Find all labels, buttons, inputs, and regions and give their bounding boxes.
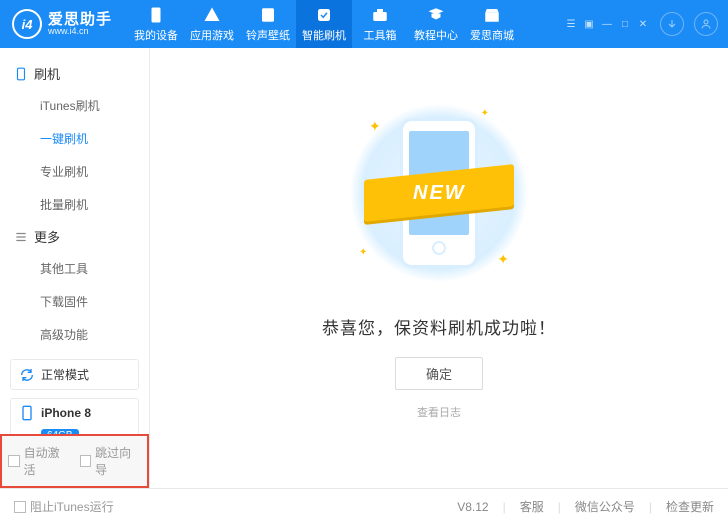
checkbox-icon <box>14 501 26 513</box>
settings-icon[interactable]: ☰ <box>564 17 578 31</box>
success-illustration: ✦ ✦ ✦ ✦ NEW <box>339 98 539 288</box>
sidebar-header-label: 刷机 <box>34 64 60 83</box>
version-label: V8.12 <box>457 500 488 514</box>
device-name: iPhone 8 <box>41 406 91 420</box>
flash-icon <box>315 6 333 24</box>
sidebar-item-itunes-flash[interactable]: iTunes刷机 <box>0 89 149 122</box>
nav-label: 铃声壁纸 <box>246 27 290 43</box>
device-icon <box>147 6 165 24</box>
checkbox-label: 自动激活 <box>24 444 70 478</box>
app-logo: i4 爱思助手 www.i4.cn <box>12 9 112 39</box>
view-log-link[interactable]: 查看日志 <box>417 404 461 420</box>
nav-ringtones[interactable]: 铃声壁纸 <box>240 0 296 48</box>
nav-label: 应用游戏 <box>190 27 234 43</box>
nav-label: 智能刷机 <box>302 27 346 43</box>
phone-icon <box>14 67 28 81</box>
account-button[interactable] <box>694 12 718 36</box>
skin-icon[interactable]: ▣ <box>582 17 596 31</box>
ribbon-text: NEW <box>413 182 466 205</box>
main-content: ✦ ✦ ✦ ✦ NEW 恭喜您，保资料刷机成功啦！ 确定 查看日志 <box>150 48 728 488</box>
nav-label: 爱思商城 <box>470 27 514 43</box>
titlebar: i4 爱思助手 www.i4.cn 我的设备 应用游戏 铃声壁纸 智能刷机 工具… <box>0 0 728 48</box>
ok-button[interactable]: 确定 <box>395 357 483 390</box>
tutorial-icon <box>427 6 445 24</box>
toolbox-icon <box>371 6 389 24</box>
apps-icon <box>203 6 221 24</box>
sidebar: 刷机 iTunes刷机 一键刷机 专业刷机 批量刷机 更多 其他工具 下载固件 … <box>0 48 150 488</box>
checkbox-block-itunes[interactable]: 阻止iTunes运行 <box>14 498 114 515</box>
sidebar-header-more: 更多 <box>0 221 149 252</box>
app-url: www.i4.cn <box>48 27 112 36</box>
sidebar-item-batch-flash[interactable]: 批量刷机 <box>0 188 149 221</box>
new-ribbon: NEW <box>364 172 514 214</box>
sidebar-item-advanced[interactable]: 高级功能 <box>0 318 149 351</box>
maximize-button[interactable]: □ <box>618 17 632 31</box>
check-update-link[interactable]: 检查更新 <box>666 498 714 515</box>
refresh-icon <box>19 367 35 383</box>
checkbox-label: 跳过向导 <box>95 444 141 478</box>
nav-store[interactable]: 爱思商城 <box>464 0 520 48</box>
checkbox-label: 阻止iTunes运行 <box>30 498 114 515</box>
titlebar-right: ☰ ▣ — □ ✕ <box>564 12 718 36</box>
download-button[interactable] <box>660 12 684 36</box>
mode-label: 正常模式 <box>41 366 89 383</box>
minimize-button[interactable]: — <box>600 17 614 31</box>
checkbox-skip-wizard[interactable]: 跳过向导 <box>80 444 142 478</box>
close-button[interactable]: ✕ <box>636 17 650 31</box>
wechat-link[interactable]: 微信公众号 <box>575 498 635 515</box>
nav-toolbox[interactable]: 工具箱 <box>352 0 408 48</box>
sidebar-header-label: 更多 <box>34 227 60 246</box>
checkbox-icon <box>8 455 20 467</box>
store-icon <box>483 6 501 24</box>
bottom-options: 自动激活 跳过向导 <box>0 434 149 488</box>
sidebar-item-other-tools[interactable]: 其他工具 <box>0 252 149 285</box>
sidebar-item-pro-flash[interactable]: 专业刷机 <box>0 155 149 188</box>
nav-flash[interactable]: 智能刷机 <box>296 0 352 48</box>
sidebar-header-flash: 刷机 <box>0 58 149 89</box>
app-name: 爱思助手 <box>48 12 112 27</box>
top-nav: 我的设备 应用游戏 铃声壁纸 智能刷机 工具箱 教程中心 爱思商城 <box>128 0 520 48</box>
sidebar-item-onekey-flash[interactable]: 一键刷机 <box>0 122 149 155</box>
nav-label: 工具箱 <box>364 27 397 43</box>
menu-icon <box>14 230 28 244</box>
device-mode[interactable]: 正常模式 <box>10 359 139 390</box>
sidebar-item-download-fw[interactable]: 下载固件 <box>0 285 149 318</box>
checkbox-auto-activate[interactable]: 自动激活 <box>8 444 70 478</box>
logo-badge: i4 <box>12 9 42 39</box>
phone-small-icon <box>19 405 35 421</box>
nav-label: 教程中心 <box>414 27 458 43</box>
success-message: 恭喜您，保资料刷机成功啦！ <box>322 314 556 339</box>
support-link[interactable]: 客服 <box>520 498 544 515</box>
nav-apps[interactable]: 应用游戏 <box>184 0 240 48</box>
checkbox-icon <box>80 455 92 467</box>
statusbar: 阻止iTunes运行 V8.12 | 客服 | 微信公众号 | 检查更新 <box>0 488 728 524</box>
nav-my-device[interactable]: 我的设备 <box>128 0 184 48</box>
nav-tutorials[interactable]: 教程中心 <box>408 0 464 48</box>
nav-label: 我的设备 <box>134 27 178 43</box>
note-icon <box>259 6 277 24</box>
